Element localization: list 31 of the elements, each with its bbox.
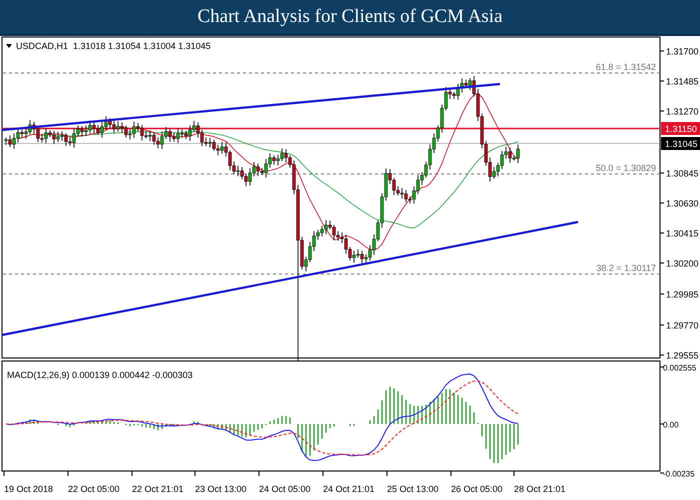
macd-info: MACD(12,26,9) 0.000139 0.000442 -0.000303 — [7, 370, 193, 380]
price-axis-label: 1.31485 — [666, 76, 699, 86]
price-axis-label: 1.29985 — [666, 290, 699, 300]
time-axis-label: 23 Oct 13:00 — [195, 484, 247, 494]
price-axis-label: 1.30200 — [666, 258, 699, 268]
time-axis-label: 22 Oct 05:00 — [68, 484, 120, 494]
fibonacci-level-label: 61.8 = 1.31542 — [596, 62, 656, 72]
fibonacci-level-label: 50.0 = 1.30829 — [596, 163, 656, 173]
title: Chart Analysis for Clients of GCM Asia — [197, 4, 503, 29]
price-axis-label: 1.31700 — [666, 46, 699, 56]
time-axis-label: 26 Oct 05:00 — [451, 484, 503, 494]
macd-axis-label: -0.00235 — [663, 470, 695, 478]
price-axis-label: 1.29555 — [666, 350, 699, 360]
macd-axis-label: 0.00 — [663, 420, 679, 430]
time-axis-label: 19 Oct 2018 — [4, 484, 54, 494]
macd-axis-label: 0.002555 — [663, 364, 696, 372]
resistance-price-badge: 1.31150 — [661, 122, 700, 135]
fibonacci-level-label: 38.2 = 1.30117 — [596, 263, 656, 273]
time-axis-label: 25 Oct 13:00 — [387, 484, 439, 494]
price-axis-label: 1.30415 — [666, 228, 699, 238]
price-axis-label: 1.31270 — [666, 106, 699, 116]
symbol-info: USDCAD,H1 1.31018 1.31054 1.31004 1.31045 — [16, 41, 211, 51]
price-axis-label: 1.29770 — [666, 320, 699, 330]
current-price-badge: 1.31045 — [661, 137, 700, 150]
dropdown-triangle-icon — [6, 44, 12, 48]
time-axis-label: 28 Oct 21:01 — [514, 484, 566, 494]
time-axis-label: 24 Oct 21:01 — [323, 484, 375, 494]
time-axis-label: 22 Oct 21:01 — [132, 484, 184, 494]
price-axis-label: 1.30630 — [666, 198, 699, 208]
price-axis-label: 1.30845 — [666, 168, 699, 178]
time-axis-label: 24 Oct 05:00 — [259, 484, 311, 494]
